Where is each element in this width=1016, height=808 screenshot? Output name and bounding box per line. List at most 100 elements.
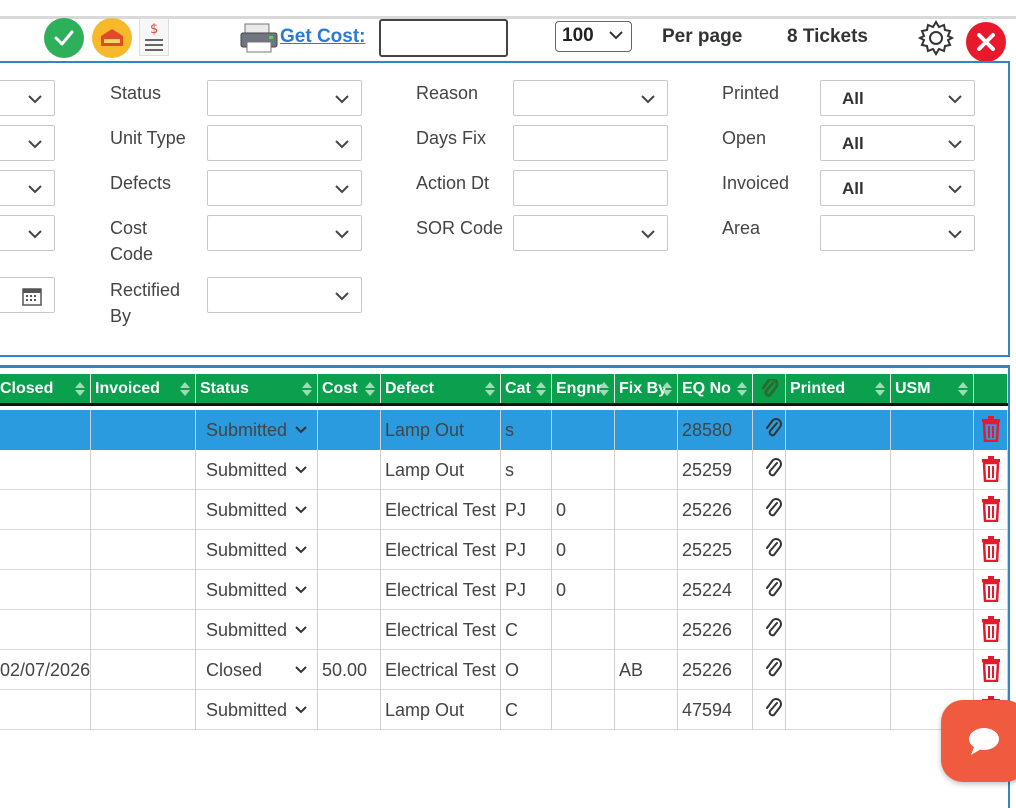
paperclip-icon[interactable] [765,698,783,720]
cell-del[interactable] [974,450,1008,490]
approve-button[interactable] [44,18,84,58]
table-row[interactable]: Submitted Electrical Test PJ 0 25224 [0,570,1008,610]
paperclip-icon[interactable] [765,538,783,560]
cell-attach[interactable] [753,490,786,530]
cost-code-select[interactable] [207,215,362,251]
paperclip-icon[interactable] [765,578,783,600]
cell-del[interactable] [974,650,1008,690]
cell-status[interactable]: Submitted [196,690,318,730]
get-cost-link[interactable]: Get Cost: [280,26,366,48]
unit-type-select[interactable] [207,125,362,161]
rectified-by-select[interactable] [207,277,362,313]
cell-status[interactable]: Submitted [196,570,318,610]
paperclip-icon[interactable] [765,658,783,680]
paperclip-icon[interactable] [765,618,783,640]
per-page-select[interactable]: 100 [555,21,632,52]
table-row[interactable]: 02/07/2026 Closed 50.00 Electrical Test O AB 2… [0,650,1008,690]
column-header-cat[interactable]: Cat [501,374,552,403]
column-header-printed[interactable]: Printed [786,374,891,403]
cell-attach[interactable] [753,530,786,570]
cell-status[interactable]: Submitted [196,610,318,650]
status-select[interactable] [207,80,362,116]
column-header-usm[interactable]: USM [891,374,974,403]
trash-icon[interactable] [980,456,1002,482]
paperclip-icon[interactable] [765,458,783,480]
sort-icon[interactable] [957,381,969,397]
table-row[interactable]: Submitted Lamp Out s 28580 [0,410,1008,450]
cell-attach[interactable] [753,570,786,610]
filter-select-3[interactable] [0,170,55,206]
money-button[interactable] [92,18,132,58]
sor-code-select[interactable] [513,215,668,251]
column-header-defect[interactable]: Defect [381,374,501,403]
days-fix-input[interactable] [513,125,668,161]
column-header-engnr[interactable]: Engnr [552,374,615,403]
sort-icon[interactable] [661,381,673,397]
table-row[interactable]: Submitted Electrical Test PJ 0 25225 [0,530,1008,570]
column-header-invoiced[interactable]: Invoiced [91,374,196,403]
trash-icon[interactable] [980,616,1002,642]
defects-select[interactable] [207,170,362,206]
sort-icon[interactable] [736,381,748,397]
date-picker[interactable] [0,277,55,313]
cell-del[interactable] [974,410,1008,450]
cell-status[interactable]: Closed [196,650,318,690]
trash-icon[interactable] [980,576,1002,602]
action-dt-input[interactable] [513,170,668,206]
cell-attach[interactable] [753,610,786,650]
gear-icon[interactable] [918,20,954,56]
trash-icon[interactable] [980,416,1002,442]
paperclip-icon[interactable] [765,418,783,440]
trash-icon[interactable] [980,536,1002,562]
cell-status[interactable]: Submitted [196,450,318,490]
sort-icon[interactable] [179,381,191,397]
cell-del[interactable] [974,530,1008,570]
column-header-closed[interactable]: Closed [0,374,91,403]
table-row[interactable]: Submitted Lamp Out s 25259 [0,450,1008,490]
open-select[interactable]: All [820,125,975,161]
invoiced-select[interactable]: All [820,170,975,206]
sort-icon[interactable] [874,381,886,397]
sort-icon[interactable] [74,381,86,397]
chat-button[interactable] [941,700,1016,782]
sort-icon[interactable] [364,381,376,397]
printed-label: Printed [722,83,780,103]
filter-select-1[interactable] [0,80,55,116]
invoice-button[interactable]: $ [139,18,169,56]
sort-icon[interactable] [535,381,547,397]
sort-icon[interactable] [598,381,610,397]
cell-status[interactable]: Submitted [196,490,318,530]
column-header-del[interactable] [974,374,1008,403]
cell-attach[interactable] [753,690,786,730]
cost-input[interactable] [379,19,508,57]
column-header-fixby[interactable]: Fix By [615,374,678,403]
cell-del[interactable] [974,610,1008,650]
table-row[interactable]: Submitted Electrical Test C 25226 [0,610,1008,650]
cell-status[interactable]: Submitted [196,530,318,570]
filter-select-2[interactable] [0,125,55,161]
cell-attach[interactable] [753,450,786,490]
reason-select[interactable] [513,80,668,116]
cell-del[interactable] [974,490,1008,530]
sort-icon[interactable] [484,381,496,397]
trash-icon[interactable] [980,656,1002,682]
cell-attach[interactable] [753,650,786,690]
column-header-attach[interactable] [753,374,786,403]
column-header-eq[interactable]: EQ No [678,374,753,403]
trash-icon[interactable] [980,496,1002,522]
printer-icon[interactable] [239,22,279,54]
chevron-down-icon [28,95,42,104]
cell-del[interactable] [974,570,1008,610]
paperclip-icon[interactable] [765,498,783,520]
close-button[interactable] [966,22,1006,62]
filter-select-4[interactable] [0,215,55,251]
sort-icon[interactable] [301,381,313,397]
cell-status[interactable]: Submitted [196,410,318,450]
printed-select[interactable]: All [820,80,975,116]
column-header-cost[interactable]: Cost [318,374,381,403]
table-row[interactable]: Submitted Electrical Test PJ 0 25226 [0,490,1008,530]
area-select[interactable] [820,215,975,251]
cell-attach[interactable] [753,410,786,450]
column-header-status[interactable]: Status [196,374,318,403]
table-row[interactable]: Submitted Lamp Out C 47594 [0,690,1008,730]
